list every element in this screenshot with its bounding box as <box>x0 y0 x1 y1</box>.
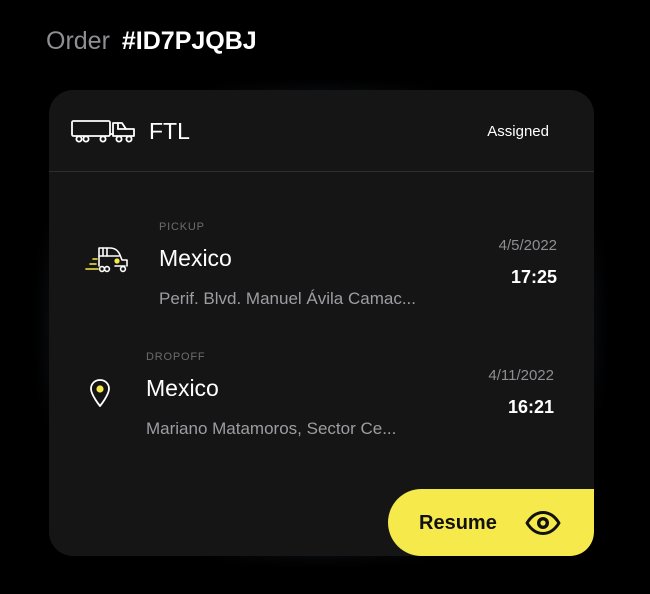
card-header: FTL Assigned <box>49 90 594 172</box>
dropoff-stop[interactable]: DROPOFF Mexico Mariano Matamoros, Sector… <box>49 346 594 456</box>
dropoff-time: 16:21 <box>507 397 554 417</box>
dropoff-label: DROPOFF <box>146 351 206 363</box>
eye-icon <box>525 511 561 535</box>
truck-trailer-icon <box>71 120 135 143</box>
order-card[interactable]: FTL Assigned PICKUP Mexico Perif. Blvd. … <box>49 90 594 556</box>
order-screen: Order #ID7PJQBJ FTL Assigned PICKUP Mexi… <box>0 0 650 594</box>
order-header: Order #ID7PJQBJ <box>46 26 257 56</box>
pickup-stop[interactable]: PICKUP Mexico Perif. Blvd. Manuel Ávila … <box>49 216 594 326</box>
dropoff-address: Mariano Matamoros, Sector Ce... <box>146 419 397 438</box>
header-divider <box>49 171 594 172</box>
pickup-date: 4/5/2022 <box>498 237 557 254</box>
dropoff-date: 4/11/2022 <box>488 367 554 384</box>
freight-type: FTL <box>149 118 190 144</box>
pickup-city: Mexico <box>159 245 232 271</box>
pickup-time: 17:25 <box>510 267 557 287</box>
order-id: #ID7PJQBJ <box>121 27 257 55</box>
location-pin-icon <box>90 379 110 407</box>
resume-button-label: Resume <box>419 512 497 534</box>
status-badge: Assigned <box>487 123 549 140</box>
pickup-address: Perif. Blvd. Manuel Ávila Camac... <box>159 289 416 308</box>
dropoff-city: Mexico <box>146 375 219 401</box>
order-label: Order <box>46 27 110 55</box>
resume-button[interactable]: Resume <box>388 489 594 556</box>
truck-cab-icon <box>85 247 128 273</box>
pickup-label: PICKUP <box>159 221 205 233</box>
